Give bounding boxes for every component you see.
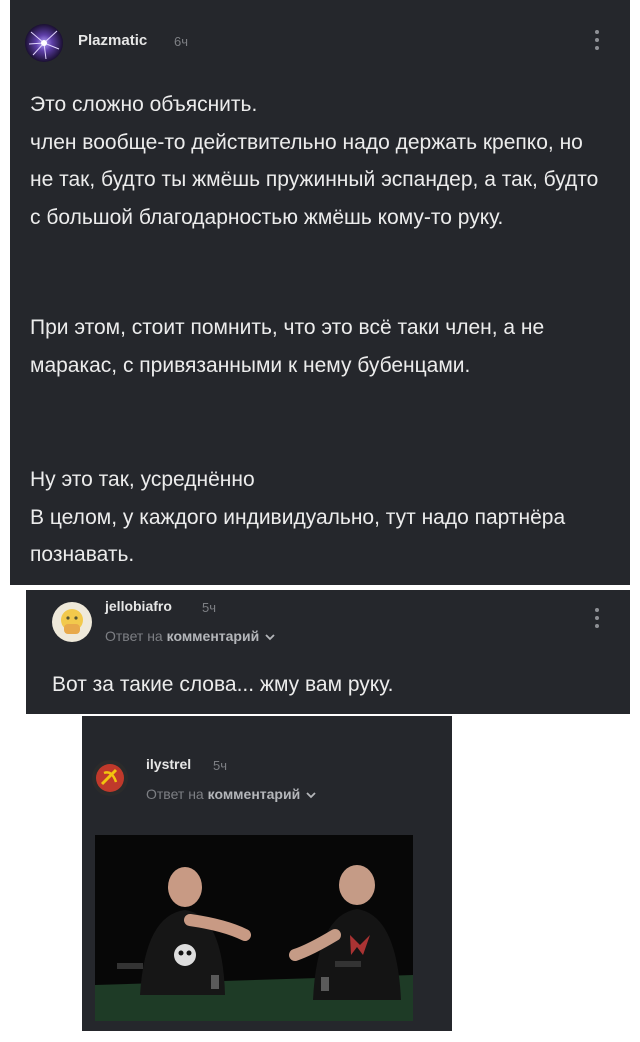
reply-target: комментарий (207, 786, 301, 802)
two-men-handshake-image (95, 835, 413, 1021)
avatar[interactable] (25, 24, 63, 62)
comment-card-jellobiafro: jellobiafro 5ч Ответ на комментарий Вот … (26, 590, 630, 714)
comment-paragraph: Ну это так, усреднённо В целом, у каждог… (30, 468, 566, 566)
reply-to-link[interactable]: Ответ на комментарий (146, 786, 316, 802)
more-vertical-icon[interactable] (594, 30, 600, 50)
comment-paragraph: При этом, стоит помнить, что это всё так… (30, 316, 545, 377)
comment-card-plazmatic: Plazmatic 6ч Это сложно объяснить. член … (10, 0, 630, 585)
avatar[interactable] (52, 602, 92, 642)
reply-target: комментарий (166, 628, 260, 644)
comment-time: 6ч (174, 34, 189, 49)
avatar[interactable] (92, 760, 128, 796)
reply-prefix: Ответ на (146, 786, 204, 802)
avatar-hammer-sickle-image (96, 764, 124, 792)
username[interactable]: Plazmatic (78, 32, 147, 49)
more-vertical-icon[interactable] (594, 608, 600, 628)
attached-video-frame[interactable] (95, 835, 413, 1021)
reply-to-link[interactable]: Ответ на комментарий (105, 628, 275, 644)
comment-time: 5ч (213, 758, 228, 773)
comment-card-ilystrel: ilystrel 5ч Ответ на комментарий (82, 716, 452, 1031)
username[interactable]: ilystrel (146, 756, 191, 772)
comment-time: 5ч (202, 600, 217, 615)
chevron-down-icon (306, 792, 316, 799)
plasma-ball-image (28, 30, 60, 60)
comment-paragraph: Это сложно объяснить. член вообще-то дей… (30, 93, 599, 229)
avatar-emoji-image (61, 609, 83, 634)
comment-text: Вот за такие слова... жму вам руку. (52, 673, 394, 696)
chevron-down-icon (265, 634, 275, 641)
reply-prefix: Ответ на (105, 628, 163, 644)
username[interactable]: jellobiafro (105, 598, 172, 614)
